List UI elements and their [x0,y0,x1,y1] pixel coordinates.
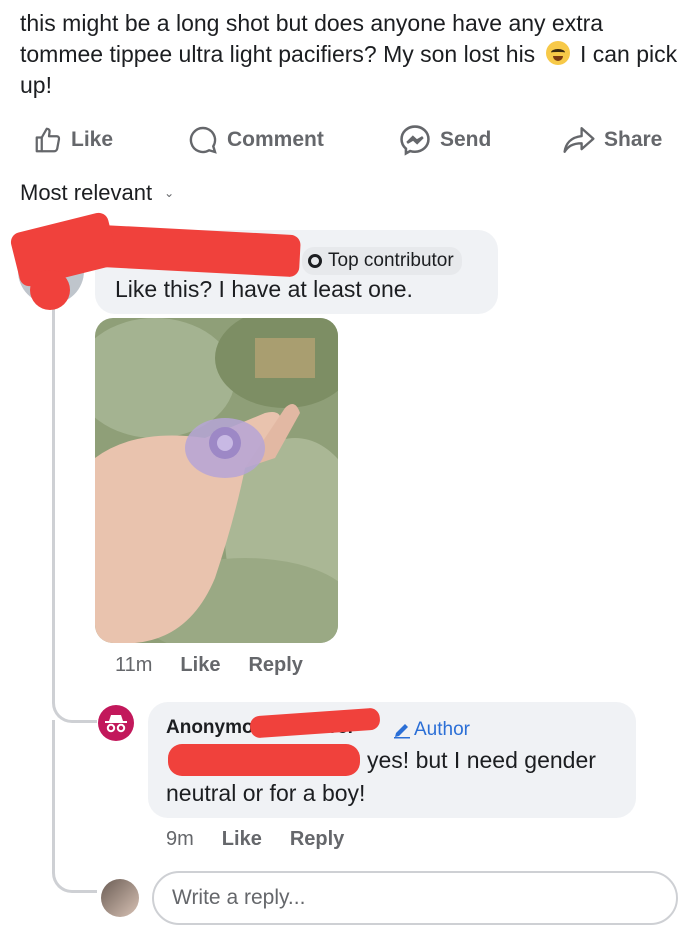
send-button[interactable]: Send [398,120,491,160]
post-body: this might be a long shot but does anyon… [20,8,680,101]
like-label: Like [71,128,114,151]
incognito-icon [105,715,127,733]
comment-time: 11m [115,654,153,676]
redacted-mention [168,744,360,776]
author-label: Author [414,719,470,740]
reply-placeholder: Write a reply... [172,886,306,909]
anonymous-avatar[interactable] [98,705,134,741]
comment-photo[interactable] [95,318,338,643]
sort-label: Most relevant [20,180,153,205]
comment-bubble-icon [189,126,217,154]
thread-line [52,290,97,723]
post-action-bar: Like Comment Send Share [0,120,700,160]
award-icon [308,254,322,268]
reply-text-line1: yes! but I need gender [367,747,596,773]
write-reply-input[interactable]: Write a reply... [152,871,678,925]
reply-text-line2: neutral or for a boy! [166,780,366,806]
reply-meta: 9m Like Reply [166,828,344,851]
chevron-down-icon: ⌄ [164,186,175,200]
reply-time: 9m [166,828,194,850]
comment-meta: 11m Like Reply [115,654,303,677]
send-label: Send [440,128,492,151]
comment-like-button[interactable]: Like [180,654,220,677]
badge-label: Top contributor [328,250,454,271]
pencil-icon [394,724,410,739]
comment-sort-dropdown[interactable]: Most relevant ⌄ [20,180,174,206]
comment-text: Like this? I have at least one. [115,276,413,302]
redacted-mark [30,270,70,310]
thread-line-2 [52,720,97,893]
comment-reply-button[interactable]: Reply [248,654,302,677]
share-label: Share [604,128,663,151]
current-user-avatar[interactable] [101,879,139,917]
messenger-icon [400,125,430,156]
share-arrow-icon [563,127,595,153]
reply-reply-button[interactable]: Reply [290,828,344,851]
like-button[interactable]: Like [33,120,113,160]
author-tag: Author [393,719,470,741]
comment-label: Comment [227,128,324,151]
share-button[interactable]: Share [562,120,662,160]
post-text: this might be a long shot but does anyon… [20,10,604,67]
reply-like-button[interactable]: Like [222,828,262,851]
pacifier-photo [95,318,338,643]
crying-face-icon [545,41,570,65]
top-contributor-badge: Top contributor [302,247,462,275]
thumbs-up-icon [35,127,61,153]
comment-button[interactable]: Comment [187,120,324,160]
